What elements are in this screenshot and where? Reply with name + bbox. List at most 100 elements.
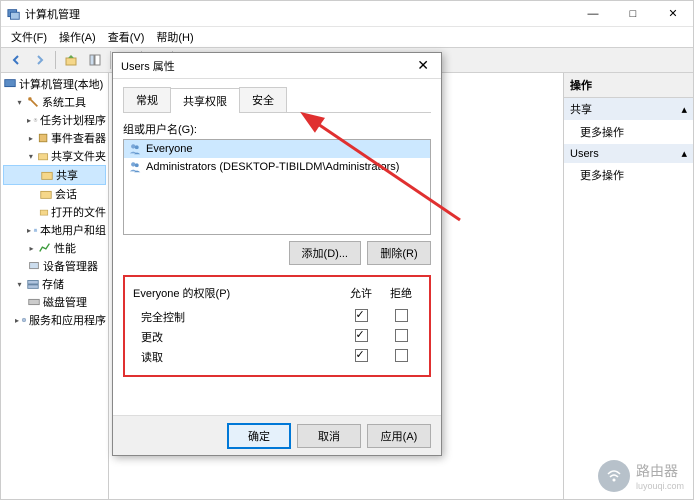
add-button[interactable]: 添加(D)... xyxy=(289,241,361,265)
tree-local-users[interactable]: ▸本地用户和组 xyxy=(3,221,106,239)
show-hide-button[interactable] xyxy=(84,49,106,71)
tree-task-scheduler[interactable]: ▸任务计划程序 xyxy=(3,111,106,129)
cancel-button[interactable]: 取消 xyxy=(297,424,361,448)
tree-label: 事件查看器 xyxy=(51,130,106,146)
watermark-text: 路由器 xyxy=(636,461,684,481)
perm-name: 完全控制 xyxy=(141,309,341,325)
user-row-administrators[interactable]: Administrators (DESKTOP-TIBILDM\Administ… xyxy=(124,158,430,176)
dialog-footer: 确定 取消 应用(A) xyxy=(113,415,441,455)
menu-view[interactable]: 查看(V) xyxy=(102,27,151,47)
tree-disk-management[interactable]: 磁盘管理 xyxy=(3,293,106,311)
device-icon xyxy=(27,259,41,273)
share-icon xyxy=(40,168,54,182)
tabs: 常规 共享权限 安全 xyxy=(123,87,431,113)
toolbar-separator xyxy=(55,51,56,69)
dialog-close-button[interactable]: ✕ xyxy=(413,57,433,74)
perm-header-label: Everyone 的权限(P) xyxy=(133,285,341,301)
window-controls: — □ ✕ xyxy=(573,1,693,27)
maximize-button[interactable]: □ xyxy=(613,1,653,27)
tab-security[interactable]: 安全 xyxy=(239,87,287,112)
tree-storage[interactable]: ▾ 存储 xyxy=(3,275,106,293)
close-button[interactable]: ✕ xyxy=(653,1,693,27)
collapse-icon[interactable]: ▾ xyxy=(15,98,24,107)
tree-device-manager[interactable]: 设备管理器 xyxy=(3,257,106,275)
group-users-label: 组或用户名(G): xyxy=(123,121,431,137)
title-left: 计算机管理 xyxy=(7,6,80,22)
disk-icon xyxy=(27,295,41,309)
expand-icon[interactable]: ▸ xyxy=(15,316,19,325)
up-button[interactable] xyxy=(60,49,82,71)
menu-help[interactable]: 帮助(H) xyxy=(150,27,199,47)
expand-icon[interactable]: ▸ xyxy=(27,116,31,125)
user-buttons: 添加(D)... 删除(R) xyxy=(123,241,431,265)
tree-label: 存储 xyxy=(42,276,64,292)
actions-header: 操作 xyxy=(564,73,693,98)
actions-more-2[interactable]: 更多操作 xyxy=(564,163,693,187)
storage-icon xyxy=(26,277,40,291)
expand-icon[interactable]: ▸ xyxy=(27,226,31,235)
tab-general[interactable]: 常规 xyxy=(123,87,171,112)
perm-row-change: 更改 xyxy=(133,327,421,347)
allow-header: 允许 xyxy=(341,285,381,301)
tree-event-viewer[interactable]: ▸ 事件查看器 xyxy=(3,129,106,147)
menu-file[interactable]: 文件(F) xyxy=(5,27,53,47)
collapse-icon[interactable]: ▾ xyxy=(15,280,24,289)
tree-system-tools[interactable]: ▾系统工具 xyxy=(3,93,106,111)
ok-button[interactable]: 确定 xyxy=(227,423,291,449)
dialog-title-bar: Users 属性 ✕ xyxy=(113,53,441,79)
open-files-icon xyxy=(39,205,49,219)
title-bar: 计算机管理 — □ ✕ xyxy=(1,1,693,27)
tree-shares[interactable]: 共享 xyxy=(3,165,106,185)
tree-performance[interactable]: ▸ 性能 xyxy=(3,239,106,257)
tree-services-apps[interactable]: ▸服务和应用程序 xyxy=(3,311,106,329)
deny-checkbox[interactable] xyxy=(395,329,408,342)
tree-label: 共享文件夹 xyxy=(51,148,106,164)
expand-icon[interactable]: ▸ xyxy=(27,134,35,143)
tools-icon xyxy=(26,95,40,109)
perm-name: 读取 xyxy=(141,349,341,365)
allow-checkbox[interactable] xyxy=(355,349,368,362)
session-icon xyxy=(39,187,53,201)
user-name: Administrators (DESKTOP-TIBILDM\Administ… xyxy=(146,161,399,173)
tree-label: 设备管理器 xyxy=(43,258,98,274)
shared-folder-icon xyxy=(37,149,49,163)
minimize-button[interactable]: — xyxy=(573,1,613,27)
user-name: Everyone xyxy=(146,143,192,155)
actions-panel: 操作 共享▴ 更多操作 Users▴ 更多操作 xyxy=(563,73,693,499)
actions-more-1[interactable]: 更多操作 xyxy=(564,120,693,144)
tree-open-files[interactable]: 打开的文件 xyxy=(3,203,106,221)
menu-action[interactable]: 操作(A) xyxy=(53,27,102,47)
allow-checkbox[interactable] xyxy=(355,329,368,342)
tree-shared-folders[interactable]: ▾ 共享文件夹 xyxy=(3,147,106,165)
user-group-icon xyxy=(128,142,142,156)
tree-sessions[interactable]: 会话 xyxy=(3,185,106,203)
remove-button[interactable]: 删除(R) xyxy=(367,241,431,265)
collapse-icon[interactable]: ▾ xyxy=(27,152,35,161)
actions-section-share[interactable]: 共享▴ xyxy=(564,98,693,120)
perm-name: 更改 xyxy=(141,329,341,345)
allow-checkbox[interactable] xyxy=(355,309,368,322)
tree-label: 磁盘管理 xyxy=(43,294,87,310)
tree-label: 打开的文件 xyxy=(51,204,106,220)
user-list[interactable]: Everyone Administrators (DESKTOP-TIBILDM… xyxy=(123,139,431,235)
apply-button[interactable]: 应用(A) xyxy=(367,424,431,448)
watermark-sub: luyouqi.com xyxy=(636,481,684,491)
back-button[interactable] xyxy=(5,49,27,71)
tab-share-permissions[interactable]: 共享权限 xyxy=(170,88,240,113)
properties-dialog: Users 属性 ✕ 常规 共享权限 安全 组或用户名(G): Everyone… xyxy=(112,52,442,456)
menu-bar: 文件(F) 操作(A) 查看(V) 帮助(H) xyxy=(1,27,693,47)
permissions-header: Everyone 的权限(P) 允许 拒绝 xyxy=(133,285,421,301)
actions-section-label: Users xyxy=(570,148,599,160)
deny-checkbox[interactable] xyxy=(395,309,408,322)
forward-button[interactable] xyxy=(29,49,51,71)
tree-label: 性能 xyxy=(54,240,76,256)
actions-section-users[interactable]: Users▴ xyxy=(564,144,693,163)
tree-label: 会话 xyxy=(55,186,77,202)
expand-icon[interactable]: ▸ xyxy=(27,244,36,253)
toolbar-separator xyxy=(110,51,111,69)
tree-root[interactable]: 计算机管理(本地) xyxy=(3,75,106,93)
router-icon xyxy=(598,460,630,492)
deny-checkbox[interactable] xyxy=(395,349,408,362)
perm-row-read: 读取 xyxy=(133,347,421,367)
user-row-everyone[interactable]: Everyone xyxy=(124,140,430,158)
